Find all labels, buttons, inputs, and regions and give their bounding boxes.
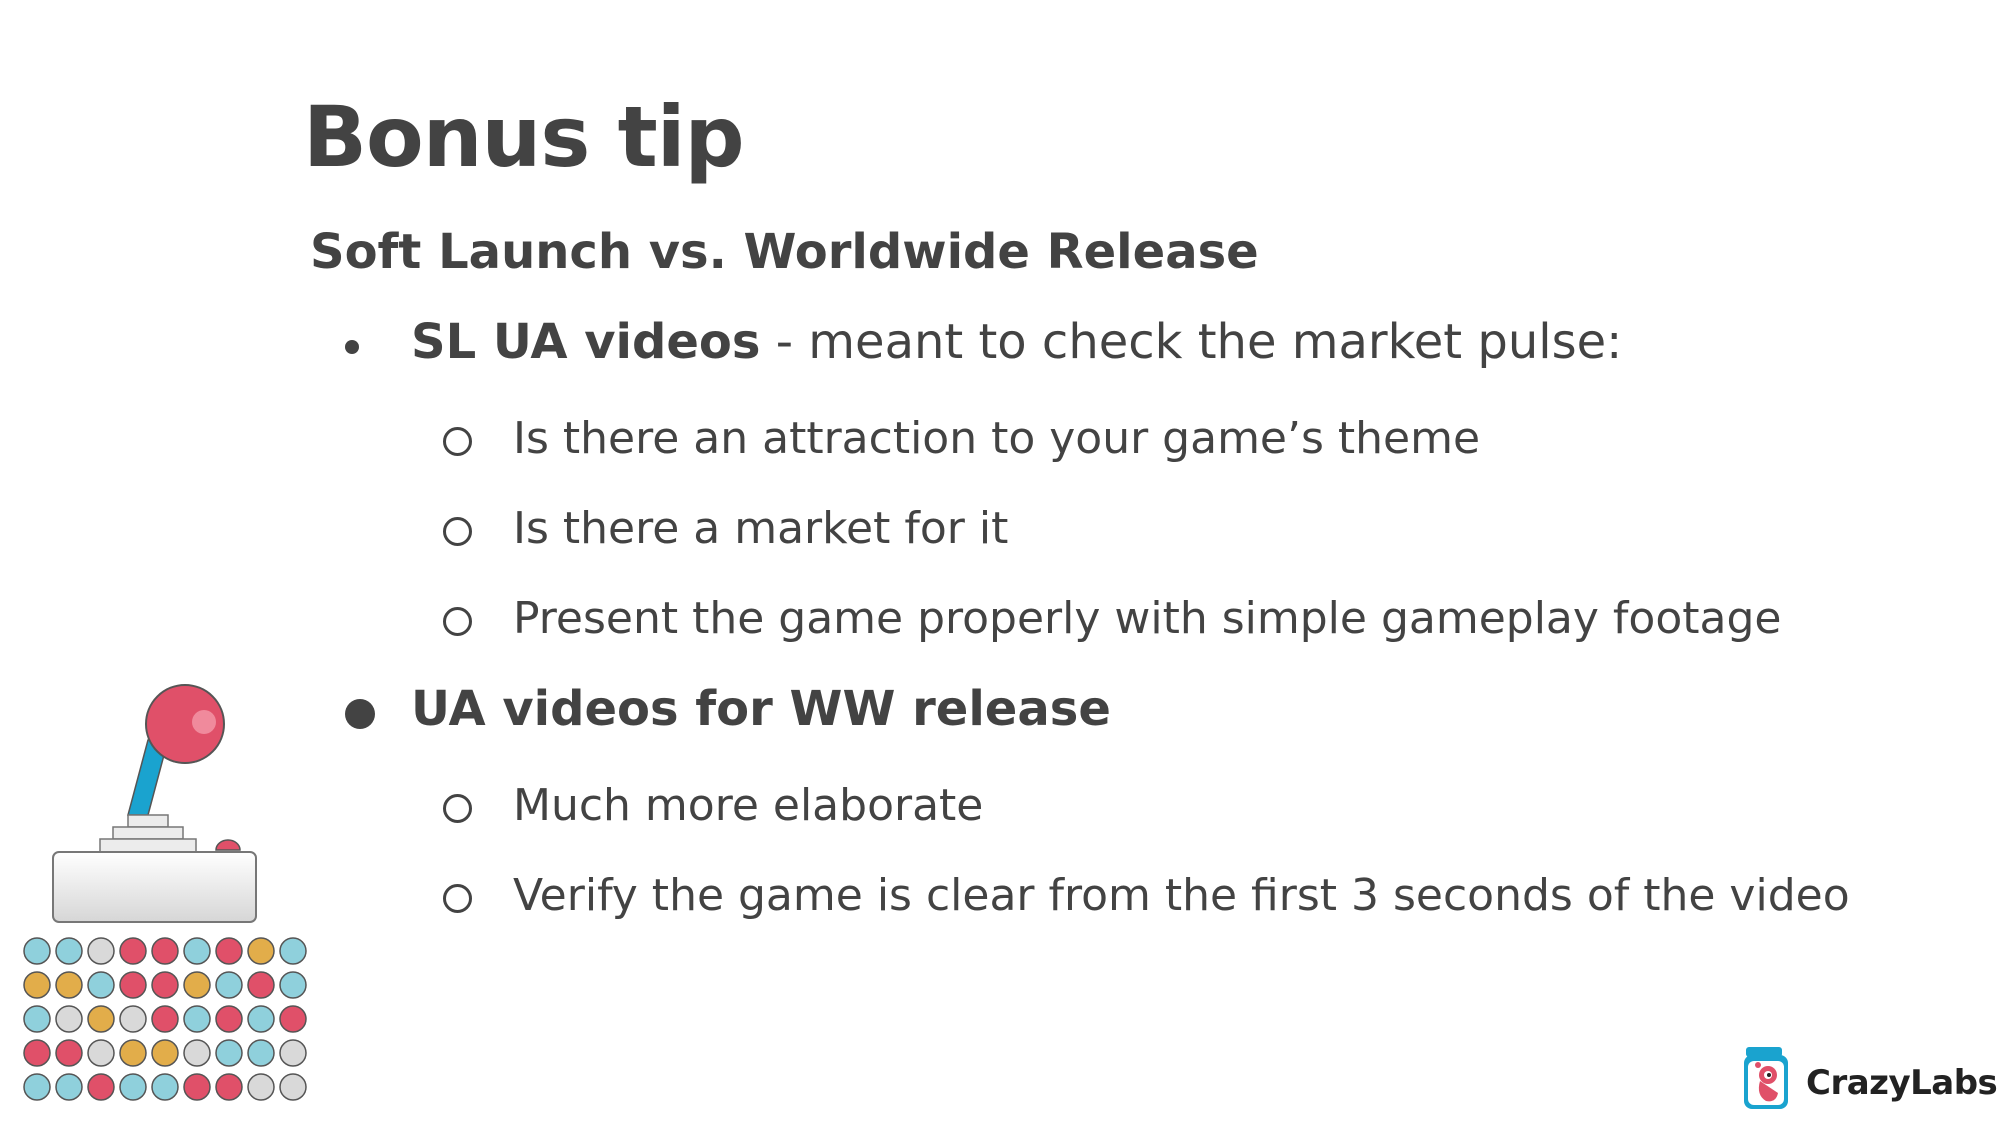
hollow-bullet-icon	[443, 884, 472, 913]
subitem-text: Is there a market for it	[513, 503, 1009, 554]
crazylabs-logo-icon	[1744, 1047, 1788, 1109]
ball-icon	[119, 1073, 147, 1101]
ball-icon	[87, 1039, 115, 1067]
hollow-bullet-icon	[443, 607, 472, 636]
ball-icon	[151, 1005, 179, 1033]
ball-icon	[87, 971, 115, 999]
ball-icon	[151, 1073, 179, 1101]
slide-title: Bonus tip	[303, 88, 745, 186]
ball-icon	[215, 1039, 243, 1067]
ball-icon	[183, 1005, 211, 1033]
ball-icon	[55, 1073, 83, 1101]
bullet-dot-icon	[345, 699, 375, 729]
ball-icon	[215, 971, 243, 999]
ball-icon	[119, 971, 147, 999]
ball-icon	[151, 937, 179, 965]
ball-icon	[279, 1039, 307, 1067]
ball-icon	[279, 1005, 307, 1033]
ball-icon	[87, 1005, 115, 1033]
ball-icon	[183, 1073, 211, 1101]
joystick-icon	[52, 684, 257, 923]
hollow-bullet-icon	[443, 794, 472, 823]
ball-icon	[23, 971, 51, 999]
subitem-text: Present the game properly with simple ga…	[513, 593, 1782, 644]
ball-icon	[247, 937, 275, 965]
ball-icon	[87, 1073, 115, 1101]
ball-icon	[247, 1073, 275, 1101]
ball-icon	[183, 1039, 211, 1067]
ball-icon	[23, 1073, 51, 1101]
ball-icon	[247, 1039, 275, 1067]
ball-icon	[183, 971, 211, 999]
joystick-illustration	[23, 684, 307, 1101]
ball-icon	[119, 1039, 147, 1067]
ball-icon	[279, 971, 307, 999]
ball-icon	[55, 971, 83, 999]
bullet-rest-text: - meant to check the market pulse:	[760, 314, 1623, 370]
subitem-text: Much more elaborate	[513, 780, 984, 831]
ball-icon	[55, 1005, 83, 1033]
ball-icon	[215, 1005, 243, 1033]
ball-icon	[23, 1039, 51, 1067]
ball-icon	[23, 937, 51, 965]
ball-icon	[247, 1005, 275, 1033]
ball-icon	[55, 1039, 83, 1067]
ball-icon	[183, 937, 211, 965]
hollow-bullet-icon	[443, 427, 472, 456]
bullet-dot-icon	[345, 340, 359, 354]
ball-icon	[119, 937, 147, 965]
ball-icon	[151, 971, 179, 999]
crazylabs-logo-text: CrazyLabs	[1806, 1063, 1998, 1103]
ball-icon	[279, 1073, 307, 1101]
ball-icon	[23, 1005, 51, 1033]
subitem-text: Is there an attraction to your game’s th…	[513, 413, 1481, 464]
ball-icon	[151, 1039, 179, 1067]
bullet-bold-text: SL UA videos	[411, 314, 761, 370]
subitem-text: Verify the game is clear from the first …	[513, 870, 1850, 921]
bullet-text: SL UA videos - meant to check the market…	[411, 314, 1622, 370]
ball-icon	[247, 971, 275, 999]
ball-icon	[87, 937, 115, 965]
ball-icon	[55, 937, 83, 965]
colored-balls-grid	[23, 937, 307, 1101]
slide-subtitle: Soft Launch vs. Worldwide Release	[310, 224, 1259, 280]
ball-icon	[279, 937, 307, 965]
slide: Bonus tip Soft Launch vs. Worldwide Rele…	[0, 0, 2000, 1125]
ball-icon	[215, 1073, 243, 1101]
ball-icon	[215, 937, 243, 965]
bullet-bold-text: UA videos for WW release	[411, 681, 1111, 737]
hollow-bullet-icon	[443, 517, 472, 546]
ball-icon	[119, 1005, 147, 1033]
